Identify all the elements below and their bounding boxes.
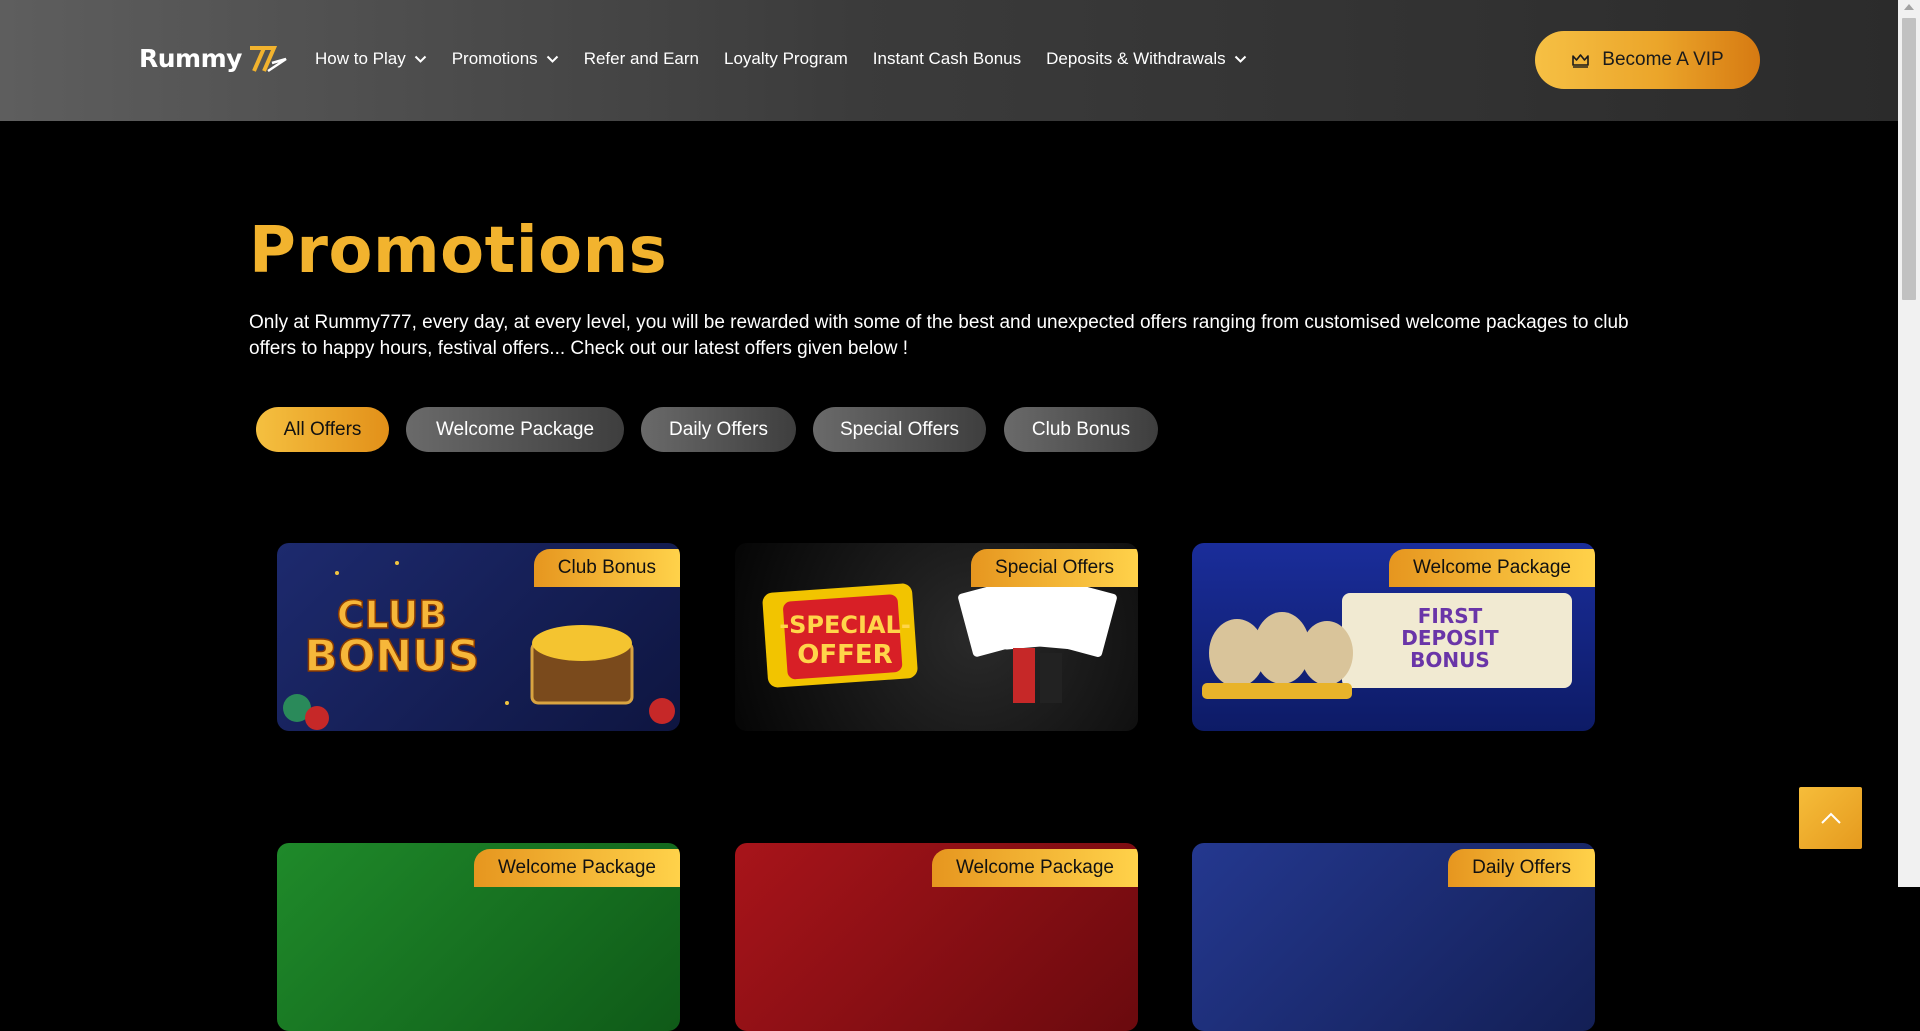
chevron-down-icon [1234, 55, 1246, 63]
logo-777-mark [249, 45, 287, 72]
scroll-up-arrow[interactable] [1904, 4, 1914, 10]
filter-special-offers[interactable]: Special Offers [813, 407, 986, 452]
promo-card[interactable]: Welcome Package [735, 843, 1138, 1031]
card-badge: Daily Offers [1448, 849, 1595, 887]
filter-label: Welcome Package [435, 418, 595, 440]
chevron-down-icon [546, 55, 558, 63]
crown-icon [1572, 53, 1590, 68]
promo-card[interactable]: CLUB BONUS Club Bonus [277, 543, 680, 731]
site-header: Rummy How to Play Promotions Refer and E… [0, 0, 1898, 121]
card-badge: Welcome Package [1388, 549, 1595, 587]
promo-card[interactable]: Daily Offers [1192, 843, 1595, 1031]
promo-card[interactable]: Welcome Package [277, 843, 680, 1031]
filter-label: All Offers [283, 418, 362, 440]
page-title: Promotions [249, 214, 668, 288]
svg-text:-SPECIAL-: -SPECIAL- [779, 611, 911, 639]
filter-label: Club Bonus [1031, 418, 1131, 440]
svg-text:DEPOSIT: DEPOSIT [1401, 626, 1499, 650]
svg-text:OFFER: OFFER [797, 640, 892, 670]
nav-promotions[interactable]: Promotions [452, 49, 559, 69]
nav-refer-and-earn[interactable]: Refer and Earn [584, 49, 699, 69]
promo-card[interactable]: FIRST DEPOSIT BONUS Welcome Package [1192, 543, 1595, 731]
logo-wordmark: Rummy [139, 44, 242, 73]
site-logo[interactable]: Rummy [139, 44, 288, 73]
svg-text:BONUS: BONUS [304, 631, 479, 682]
nav-instant-cash-bonus[interactable]: Instant Cash Bonus [873, 49, 1021, 69]
scrollbar-thumb[interactable] [1902, 18, 1916, 300]
filter-daily-offers[interactable]: Daily Offers [641, 407, 796, 452]
filter-label: Daily Offers [669, 418, 768, 440]
card-badge: Welcome Package [931, 849, 1138, 887]
filter-all-offers[interactable]: All Offers [256, 407, 389, 452]
arrow-up-icon [1820, 812, 1841, 824]
nav-loyalty-program[interactable]: Loyalty Program [724, 49, 848, 69]
nav-label: Deposits & Withdrawals [1046, 49, 1226, 68]
svg-text:FIRST: FIRST [1418, 604, 1483, 628]
nav-label: Refer and Earn [583, 49, 699, 68]
filter-welcome-package[interactable]: Welcome Package [406, 407, 624, 452]
svg-text:BONUS: BONUS [1410, 648, 1490, 672]
nav-how-to-play[interactable]: How to Play [315, 49, 427, 69]
card-badge: Club Bonus [533, 549, 680, 587]
filter-label: Special Offers [840, 418, 959, 440]
promotions-intro: Only at Rummy777, every day, at every le… [249, 312, 1629, 359]
promo-card[interactable]: -SPECIAL- OFFER Special Offers [735, 543, 1138, 731]
main-nav: How to Play Promotions Refer and Earn Lo… [315, 49, 1272, 69]
filter-club-bonus[interactable]: Club Bonus [1004, 407, 1158, 452]
chevron-down-icon [414, 55, 426, 63]
nav-deposits-withdrawals[interactable]: Deposits & Withdrawals [1046, 49, 1247, 69]
nav-label: How to Play [315, 49, 406, 68]
nav-label: Instant Cash Bonus [872, 49, 1022, 68]
card-badge: Welcome Package [473, 849, 680, 887]
vip-label: Become A VIP [1602, 49, 1724, 70]
card-badge: Special Offers [971, 549, 1138, 587]
nav-label: Promotions [451, 49, 538, 68]
nav-label: Loyalty Program [723, 49, 848, 68]
page-scrollbar[interactable] [1898, 0, 1920, 887]
become-vip-button[interactable]: Become A VIP [1535, 31, 1760, 89]
back-to-top-button[interactable] [1799, 787, 1862, 849]
